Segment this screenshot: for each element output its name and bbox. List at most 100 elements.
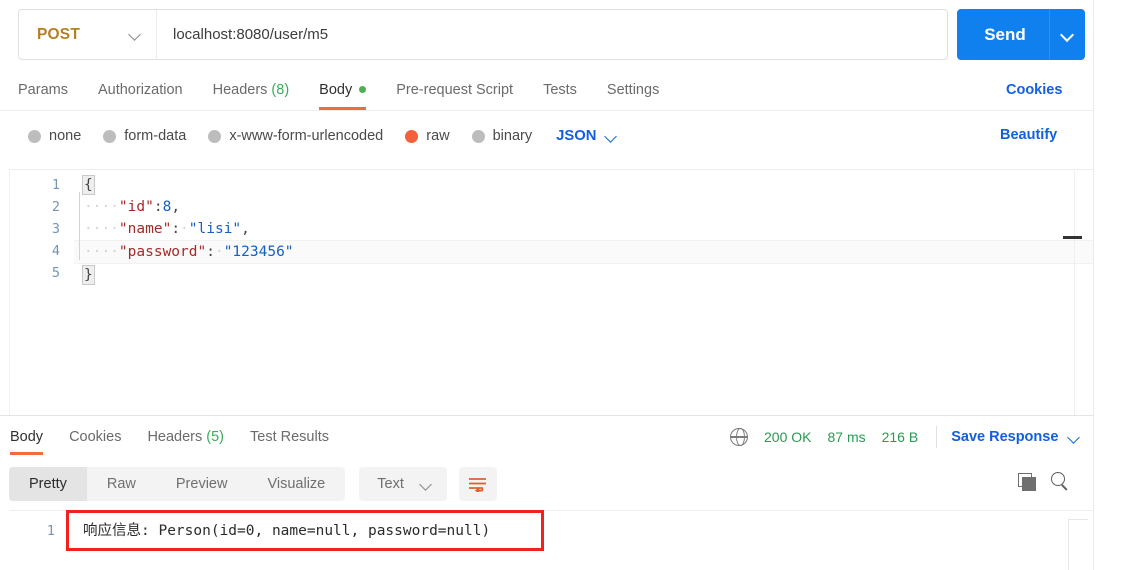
- body-type-binary[interactable]: binary: [471, 128, 533, 144]
- request-tab-bar: Params Authorization Headers (8) Body Pr…: [0, 73, 1093, 110]
- right-panel-divider: [1093, 0, 1094, 570]
- json-close-brace: }: [82, 265, 95, 285]
- tab-params[interactable]: Params: [18, 82, 68, 101]
- response-tab-bar: Body Cookies Headers (5) Test Results: [10, 423, 355, 455]
- editor-vertical-scrollbar[interactable]: [1074, 169, 1075, 415]
- line-number: 2: [51, 199, 60, 215]
- tab-label: Authorization: [97, 81, 183, 98]
- tab-label: Test Results: [250, 428, 329, 445]
- tab-body[interactable]: Body: [319, 82, 367, 110]
- code-line-3: ····"name":·"lisi",: [74, 218, 1093, 240]
- response-vertical-scrollbar[interactable]: [1068, 519, 1069, 570]
- chevron-down-icon: [1061, 28, 1074, 41]
- save-response-label: Save Response: [951, 429, 1059, 445]
- http-method-dropdown[interactable]: POST: [19, 10, 157, 59]
- view-mode-raw[interactable]: Raw: [87, 467, 156, 501]
- globe-icon[interactable]: [729, 427, 749, 447]
- code-line-1: {: [74, 174, 1093, 196]
- editor-line-number-gutter: 1 2 3 4 5: [10, 170, 74, 415]
- beautify-link[interactable]: Beautify: [1000, 127, 1057, 143]
- code-line-5: }: [74, 264, 1093, 286]
- tab-authorization[interactable]: Authorization: [98, 82, 183, 101]
- editor-code-area[interactable]: { ····"id":8, ····"name":·"lisi", ····"p…: [74, 174, 1093, 415]
- response-view-toolbar: Pretty Raw Preview Visualize Text: [9, 467, 497, 501]
- url-input[interactable]: [157, 10, 947, 59]
- send-options-dropdown[interactable]: [1049, 9, 1085, 60]
- response-language-dropdown[interactable]: Text: [359, 467, 447, 501]
- send-button[interactable]: Send: [957, 9, 1049, 60]
- line-number: 1: [51, 177, 60, 193]
- radio-icon: [103, 129, 117, 143]
- json-colon: :: [171, 221, 181, 237]
- view-mode-visualize[interactable]: Visualize: [247, 467, 345, 501]
- code-line-4: ····"password":·"123456": [74, 240, 1093, 264]
- save-response-button[interactable]: Save Response: [951, 429, 1081, 445]
- body-type-raw[interactable]: raw: [405, 128, 450, 144]
- tab-label: Body: [10, 428, 44, 445]
- response-action-icons: [1018, 472, 1070, 491]
- tab-pre-request-script[interactable]: Pre-request Script: [396, 82, 513, 101]
- json-colon: :: [206, 244, 215, 260]
- indent-whitespace: ····: [84, 221, 119, 237]
- json-key-name: "name": [118, 221, 172, 237]
- response-body-viewer[interactable]: 1 响应信息: Person(id=0, name=null, password…: [9, 510, 1093, 570]
- tab-tests[interactable]: Tests: [543, 82, 577, 101]
- tab-label: Settings: [606, 81, 660, 98]
- cookies-link[interactable]: Cookies: [1006, 82, 1062, 98]
- response-tab-body[interactable]: Body: [10, 428, 44, 455]
- view-mode-preview[interactable]: Preview: [156, 467, 248, 501]
- chevron-down-icon: [605, 130, 618, 143]
- json-comma: ,: [171, 199, 181, 215]
- radio-label: none: [49, 128, 82, 144]
- json-value-name: "lisi": [188, 221, 242, 237]
- raw-format-dropdown[interactable]: JSON: [556, 128, 618, 144]
- tab-label: Headers: [212, 81, 268, 98]
- response-tab-test-results[interactable]: Test Results: [250, 429, 329, 448]
- body-type-form-data[interactable]: form-data: [103, 128, 186, 144]
- status-code[interactable]: 200 OK: [764, 429, 811, 445]
- radio-label: raw: [426, 128, 450, 144]
- line-number: 4: [51, 243, 60, 259]
- body-type-none[interactable]: none: [28, 128, 81, 144]
- chevron-down-icon: [129, 28, 142, 41]
- url-bar: POST: [18, 9, 948, 60]
- radio-icon: [208, 129, 222, 143]
- chevron-down-icon: [1068, 431, 1081, 444]
- copy-icon[interactable]: [1018, 473, 1036, 491]
- response-time[interactable]: 87 ms: [827, 429, 865, 445]
- editor-cursor-marker: [1063, 236, 1082, 239]
- json-comma: ,: [241, 221, 250, 237]
- response-scroll-track-top: [1068, 519, 1088, 520]
- tab-headers[interactable]: Headers (8): [213, 82, 290, 101]
- tab-count: (5): [206, 428, 224, 445]
- tab-label: Pre-request Script: [396, 81, 514, 98]
- view-mode-pretty[interactable]: Pretty: [9, 467, 87, 501]
- response-body-text: 响应信息: Person(id=0, name=null, password=n…: [83, 523, 491, 539]
- request-response-splitter[interactable]: [0, 415, 1093, 416]
- request-tabs-divider: [0, 110, 1093, 111]
- radio-label: binary: [492, 128, 533, 144]
- editor-indent-guide: [79, 192, 80, 260]
- response-meta-bar: 200 OK 87 ms 216 B Save Response: [729, 424, 1081, 450]
- body-modified-dot-icon: [359, 86, 367, 93]
- request-body-editor[interactable]: 1 2 3 4 5 { ····"id":8, ····"name":·"lis…: [9, 169, 1093, 415]
- body-type-x-www-form-urlencoded[interactable]: x-www-form-urlencoded: [208, 128, 383, 144]
- search-icon[interactable]: [1051, 472, 1070, 491]
- response-size[interactable]: 216 B: [882, 429, 919, 445]
- word-wrap-toggle-button[interactable]: [458, 467, 497, 501]
- response-language-label: Text: [377, 476, 404, 492]
- tab-settings[interactable]: Settings: [607, 82, 659, 101]
- json-key-id: "id": [118, 199, 154, 215]
- indent-whitespace: ····: [84, 199, 119, 215]
- tab-label: Tests: [543, 81, 577, 98]
- json-open-brace: {: [82, 175, 95, 195]
- word-wrap-icon: [468, 478, 486, 492]
- http-method-label: POST: [37, 25, 81, 43]
- json-value-password: "123456": [223, 244, 294, 260]
- response-tab-headers[interactable]: Headers (5): [147, 429, 224, 448]
- radio-icon: [28, 129, 41, 143]
- line-number: 5: [51, 265, 60, 281]
- response-tab-cookies[interactable]: Cookies: [69, 429, 121, 448]
- indent-whitespace: ····: [84, 244, 119, 260]
- tab-count: (8): [271, 81, 290, 98]
